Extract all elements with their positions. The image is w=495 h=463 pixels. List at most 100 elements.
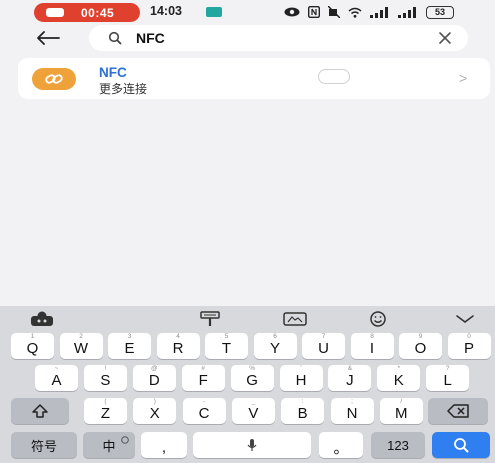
key-hint: %	[249, 365, 255, 372]
key-label: D	[148, 371, 160, 389]
key-hint: '	[300, 365, 302, 372]
search-key[interactable]	[432, 432, 490, 458]
key-i[interactable]: 8I	[350, 333, 394, 359]
key-t[interactable]: 5T	[205, 333, 248, 359]
key-d[interactable]: @ D	[132, 365, 176, 391]
symbols-label: 符号	[30, 438, 57, 454]
key-z[interactable]: (Z	[84, 398, 127, 424]
microphone-icon	[247, 439, 257, 451]
numbers-key[interactable]: 123	[371, 432, 425, 458]
link-icon	[45, 74, 63, 84]
key-hint: :	[301, 398, 304, 405]
key-label: E	[124, 339, 135, 357]
key-label: H	[295, 371, 307, 389]
key-e[interactable]: 3E	[108, 333, 151, 359]
keyboard-logo-icon	[31, 311, 53, 326]
numbers-label: 123	[387, 437, 409, 453]
period-label: 。	[333, 439, 349, 457]
key-hint: /	[400, 398, 403, 405]
key-label: A	[51, 371, 62, 389]
key-label: P	[463, 339, 474, 357]
key-hint: 6	[273, 333, 277, 340]
signal-1-icon	[370, 6, 388, 18]
key-label: Z	[100, 404, 111, 422]
key-hint: @	[150, 365, 158, 372]
key-u[interactable]: 7U	[302, 333, 345, 359]
back-button[interactable]	[34, 26, 62, 50]
key-label: I	[369, 339, 375, 357]
search-icon	[108, 31, 122, 45]
key-s[interactable]: ! S	[83, 365, 127, 391]
key-o[interactable]: 9O	[399, 333, 442, 359]
key-x[interactable]: ) X	[133, 398, 177, 424]
key-hint: !	[104, 365, 107, 372]
recording-icon	[46, 8, 64, 17]
key-label: T	[221, 339, 232, 357]
key-hint: )	[153, 398, 156, 405]
status-clock: 14:03	[150, 4, 182, 18]
key-hint: #	[201, 365, 205, 372]
nfc-toggle[interactable]	[318, 69, 350, 84]
clear-icon[interactable]	[438, 31, 452, 45]
brush-icon	[200, 311, 220, 326]
status-icons: 53	[284, 4, 454, 20]
back-arrow-icon	[37, 31, 60, 45]
emoji-button[interactable]	[365, 310, 391, 328]
key-y[interactable]: 6Y	[253, 333, 297, 359]
skin-button[interactable]	[197, 310, 223, 328]
key-c[interactable]: -C	[182, 398, 226, 424]
language-switch-key[interactable]: 中	[83, 432, 135, 458]
recording-time: 00:45	[81, 5, 115, 20]
key-label: B	[297, 404, 308, 422]
smiley-icon	[370, 311, 386, 327]
key-r[interactable]: 4R	[156, 333, 200, 359]
search-input[interactable]	[136, 27, 436, 49]
key-k[interactable]: * K	[377, 365, 421, 391]
key-p[interactable]: 0P	[447, 333, 491, 359]
backspace-key[interactable]	[428, 398, 488, 424]
status-bar: 00:45 14:03 53	[0, 0, 495, 24]
search-header	[0, 24, 495, 54]
search-result-nfc[interactable]: NFC 更多连接 >	[18, 58, 490, 99]
comma-label: ,	[161, 438, 167, 456]
key-label: J	[346, 371, 354, 389]
key-f[interactable]: # F	[181, 365, 225, 391]
key-hint: 3	[127, 333, 132, 340]
notification-app-icon	[206, 7, 222, 17]
key-w[interactable]: 2W	[59, 333, 103, 359]
nfc-status-icon	[308, 6, 320, 18]
key-j[interactable]: & J	[328, 365, 372, 391]
clipboard-button[interactable]	[282, 310, 308, 328]
key-label: L	[443, 371, 452, 389]
key-label: K	[393, 371, 404, 389]
key-hint: 0	[467, 333, 471, 340]
key-hint: 9	[418, 333, 423, 340]
key-l[interactable]: ? L	[426, 365, 470, 391]
key-g[interactable]: % G	[230, 365, 274, 391]
key-v[interactable]: _ V	[231, 398, 275, 424]
key-label: S	[100, 371, 111, 389]
key-q[interactable]: 1Q	[11, 333, 54, 359]
nfc-setting-icon	[32, 68, 76, 90]
key-a[interactable]: ~ A	[35, 365, 78, 391]
result-title: NFC	[99, 65, 127, 80]
key-label: U	[318, 339, 329, 357]
key-h[interactable]: ' H	[279, 365, 323, 391]
key-label: V	[248, 404, 259, 422]
period-key[interactable]: 。	[319, 432, 363, 458]
key-n[interactable]: ; N	[330, 398, 374, 424]
key-m[interactable]: / M	[379, 398, 423, 424]
collapse-keyboard-button[interactable]	[452, 310, 478, 328]
shift-key[interactable]	[11, 398, 69, 424]
space-key[interactable]	[193, 432, 311, 458]
keyboard-logo-button[interactable]	[29, 310, 55, 328]
comma-key[interactable]: ,	[141, 432, 187, 458]
search-bar[interactable]	[89, 25, 468, 51]
screen-recording-indicator[interactable]: 00:45	[34, 3, 140, 22]
key-hint: _	[251, 398, 256, 405]
shift-icon	[32, 404, 48, 418]
chevron-down-icon	[456, 315, 474, 323]
key-hint: 5	[224, 333, 229, 340]
symbols-key[interactable]: 符号	[11, 432, 77, 458]
key-b[interactable]: :B	[281, 398, 325, 424]
